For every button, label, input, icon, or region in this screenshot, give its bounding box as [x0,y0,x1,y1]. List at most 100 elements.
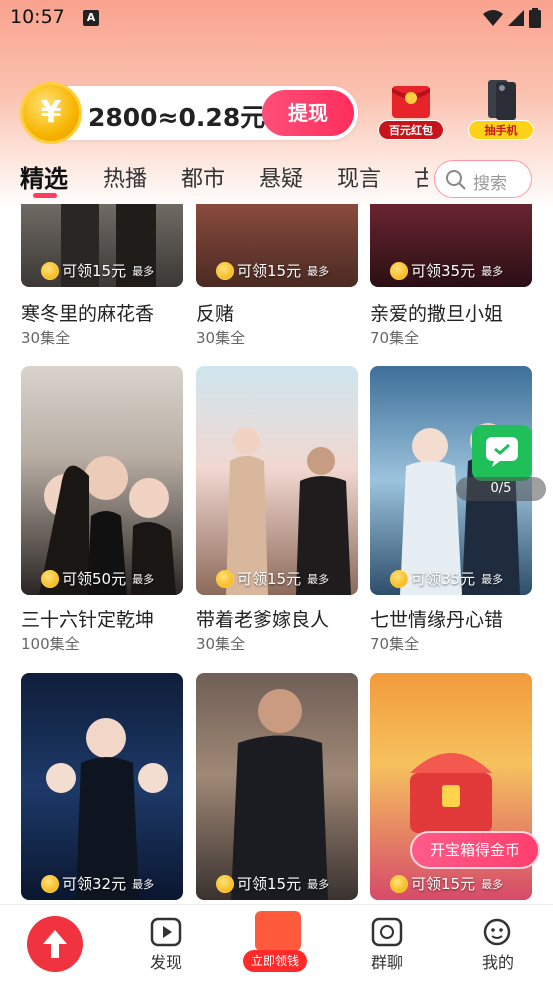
poster-cast [226,427,351,595]
reward-amount: 可领15元 [411,875,476,893]
home-button[interactable] [27,916,83,972]
tab-urban[interactable]: 都市 [181,161,225,193]
coin-icon [390,874,408,893]
coin-icon [390,261,408,280]
reward-amount: 可领32元 [62,875,127,893]
phone-lottery-label: 抽手机 [468,120,534,140]
reward-amount: 可领15元 [62,262,127,280]
drama-poster: 可领35元 最多 [370,204,532,287]
drama-poster: 可领50元 最多 [21,366,183,595]
nav-me-label: 我的 [481,953,514,972]
tab-romance[interactable]: 现言 [337,161,381,193]
reward-badge: 可领15元 最多 [390,873,503,894]
drama-episodes: 70集全 [370,329,420,347]
drama-poster: 可领15元 最多 [196,673,358,900]
nav-discover-label: 发现 [149,953,182,972]
red-envelope-icon [392,86,430,118]
reward-max: 最多 [132,572,155,586]
reward-max: 最多 [481,877,504,891]
reward-amount: 可领15元 [237,570,302,588]
drama-title: 亲爱的撒旦小姐 [370,303,504,325]
open-treasure-button[interactable]: 开宝箱得金币 [410,831,540,869]
reward-amount: 可领15元 [237,262,302,280]
tab-suspense[interactable]: 悬疑 [259,161,303,193]
active-tab-indicator [33,193,57,198]
reward-amount: 可领35元 [411,570,476,588]
reward-badge: 可领50元 最多 [41,568,154,589]
drama-title: 反赌 [196,303,235,325]
phone-lottery-promo[interactable]: 抽手机 [468,80,534,142]
tab-hot[interactable]: 热播 [103,161,147,193]
reward-max: 最多 [481,264,504,278]
drama-poster: 可领32元 最多 [21,673,183,900]
reward-badge: 可领15元 最多 [216,260,329,281]
battery-icon [529,8,541,28]
withdraw-button[interactable]: 提现 [262,90,354,136]
tab-ancient[interactable]: 古 [414,161,428,193]
tab-featured[interactable]: 精选 [20,159,68,194]
reward-badge: 可领35元 最多 [390,260,503,281]
signal-icon [508,10,524,26]
reward-max: 最多 [132,877,155,891]
reward-amount: 可领35元 [411,262,476,280]
drama-episodes: 70集全 [370,635,420,653]
drama-poster: 可领15元 最多 [196,204,358,287]
reward-badge: 可领15元 最多 [41,260,154,281]
nav-group-chat-label: 群聊 [370,953,403,972]
status-time: 10:57 [10,6,65,28]
reward-badge: 可领15元 最多 [216,568,329,589]
search-box[interactable]: 搜索 [434,160,532,198]
reward-max: 最多 [307,264,330,278]
smiley-icon [483,918,511,946]
drama-episodes: 100集全 [21,635,80,653]
search-icon [446,170,466,190]
earn-money-icon[interactable] [255,911,301,951]
play-icon [150,917,182,947]
coin-icon [216,261,234,280]
earn-money-label[interactable]: 立即领钱 [243,950,307,972]
coin-icon [41,874,59,893]
search-placeholder: 搜索 [473,174,507,194]
nav-me[interactable]: 我的 [458,905,538,984]
red-envelope-promo[interactable]: 百元红包 [378,80,444,142]
wechat-share-widget[interactable] [472,425,532,481]
reward-badge: 可领15元 最多 [216,873,329,894]
arrow-up-icon [43,930,67,958]
nav-discover[interactable]: 发现 [126,905,206,984]
reward-max: 最多 [307,572,330,586]
coin-balance: 2800≈0.28元 [88,103,266,132]
bottom-navigation: 发现 立即领钱 群聊 我的 [0,904,553,984]
notification-a-icon: A [83,10,99,26]
coin-icon [216,874,234,893]
reward-badge: 可领32元 最多 [41,873,154,894]
coin-icon [390,569,408,588]
red-envelope-label: 百元红包 [378,120,444,140]
drama-title: 三十六针定乾坤 [21,609,155,631]
poster-cast [46,718,168,900]
gold-coin-icon: ¥ [20,82,82,144]
reward-max: 最多 [132,264,155,278]
drama-title: 寒冬里的麻花香 [21,303,155,325]
coin-icon [41,261,59,280]
wifi-icon [483,10,503,26]
drama-poster: 可领15元 最多 [21,204,183,287]
task-progress: 0/5 [456,477,546,501]
coin-balance-bar[interactable]: ¥ 2800≈0.28元 提现 [20,82,358,144]
drama-poster: 可领15元 最多 [196,366,358,595]
wechat-icon [486,437,518,467]
drama-episodes: 30集全 [196,329,246,347]
reward-max: 最多 [481,572,504,586]
drama-episodes: 30集全 [21,329,71,347]
drama-title: 带着老爹嫁良人 [196,609,330,631]
reward-amount: 可领15元 [237,875,302,893]
reward-badge: 可领35元 最多 [390,568,503,589]
reward-amount: 可领50元 [62,570,127,588]
reward-max: 最多 [307,877,330,891]
coin-icon [41,569,59,588]
status-bar: 10:57 A [0,0,553,38]
coin-icon [216,569,234,588]
poster-cast [231,689,328,900]
phone-icon [488,80,516,120]
drama-title: 七世情缘丹心错 [370,609,504,631]
nav-group-chat[interactable]: 群聊 [347,905,427,984]
